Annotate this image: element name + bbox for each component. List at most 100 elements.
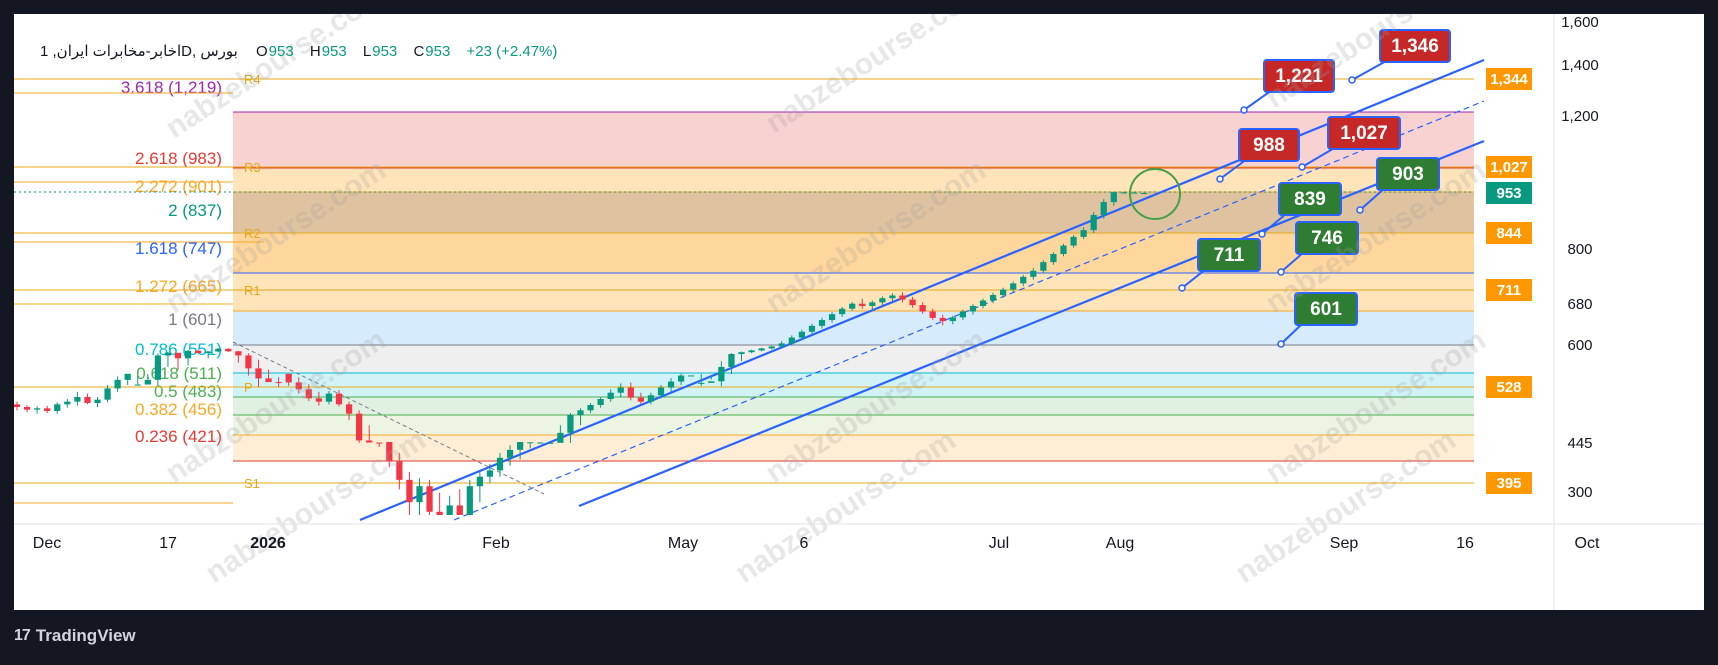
candle-body — [587, 405, 594, 411]
candle-body — [919, 305, 926, 312]
candle-body — [1130, 192, 1138, 194]
candle-body — [758, 348, 765, 351]
time-axis-tick: Sep — [1330, 535, 1359, 552]
candle-body — [235, 351, 242, 356]
time-axis-tick: Jul — [989, 535, 1009, 552]
candle-body — [1070, 236, 1077, 246]
fib-label: 0.5 (483) — [154, 382, 222, 401]
candle-body — [778, 343, 785, 347]
price-axis-tag-label: 953 — [1496, 185, 1521, 202]
target-label: 1,346 — [1391, 36, 1439, 57]
candle-body — [1050, 253, 1057, 263]
candle-body — [476, 476, 483, 487]
target-label: 839 — [1294, 189, 1326, 210]
price-axis-tick: 1,400 — [1561, 57, 1599, 74]
target-label: 903 — [1392, 164, 1424, 185]
time-axis-tick: Aug — [1106, 535, 1134, 552]
candle-body — [466, 486, 473, 515]
target-anchor-dot — [1277, 268, 1285, 276]
candle-body — [134, 384, 141, 386]
time-axis-tick: Dec — [33, 535, 61, 552]
watermark-text: nabzebourse.com — [1260, 14, 1492, 115]
candle-body — [496, 457, 504, 471]
price-axis-tick: 1,200 — [1561, 108, 1599, 125]
candle-body — [436, 511, 443, 515]
candle-body — [627, 387, 634, 398]
target-anchor-dot — [1216, 175, 1224, 183]
time-axis-tick: 2026 — [250, 535, 286, 552]
candle-body — [798, 331, 805, 338]
target-anchor-dot — [1298, 163, 1306, 171]
candle-body — [195, 350, 202, 354]
candle-body — [939, 317, 946, 322]
candle-body — [748, 350, 755, 353]
price-axis-tag-label: 1,027 — [1490, 159, 1528, 176]
target-label: 988 — [1253, 135, 1285, 156]
price-axis-tick: 600 — [1567, 337, 1592, 354]
candle-body — [617, 387, 624, 393]
candle-body — [657, 387, 665, 396]
price-axis-tick: 1,600 — [1561, 14, 1599, 31]
candle-body — [265, 378, 272, 383]
candle-body — [54, 404, 61, 411]
symbol-header: اخابر-مخابرات ایران, 1D, بورس O953 H953 … — [40, 42, 557, 60]
candle-body — [567, 415, 574, 433]
target-anchor-dot — [1356, 206, 1364, 214]
candle-body — [215, 348, 222, 352]
candle-body — [446, 505, 453, 515]
candle-body — [768, 346, 775, 349]
candle-body — [828, 314, 836, 321]
candle-body — [537, 442, 544, 444]
candle-body — [124, 373, 131, 380]
pivot-label: S1 — [244, 476, 260, 491]
candle-body — [818, 320, 826, 326]
candle-body — [114, 379, 121, 389]
price-axis-tag-label: 711 — [1497, 282, 1521, 299]
chart-frame: 3.618 (1,219) 2.618 (983) 2.272 (901) 2 (83… — [14, 14, 1704, 610]
target-anchor-dot — [1277, 340, 1285, 348]
pivot-label: R1 — [244, 283, 261, 298]
candle-body — [647, 395, 655, 402]
open-label: O — [255, 43, 268, 60]
candle-body — [335, 393, 343, 405]
candle-body — [557, 432, 564, 443]
tradingview-logo-icon: 17 — [14, 627, 31, 644]
tradingview-brand[interactable]: 17 TradingView — [14, 626, 136, 646]
candle-body — [859, 303, 866, 306]
candle-body — [174, 352, 182, 359]
candle-body — [64, 401, 71, 405]
candle-body — [889, 295, 896, 299]
fib-zone — [233, 311, 1474, 345]
candle-body — [104, 388, 111, 400]
candle-body — [839, 308, 846, 315]
candle-body — [144, 379, 151, 385]
candle-body — [486, 470, 494, 477]
candle-body — [154, 355, 161, 380]
candle-body — [909, 299, 916, 306]
candle-body — [989, 295, 997, 301]
price-axis-tick: 800 — [1567, 241, 1592, 258]
symbol-name[interactable]: اخابر-مخابرات ایران, 1D, بورس — [40, 43, 238, 60]
candle-body — [406, 479, 413, 503]
fib-label: 2.272 (901) — [135, 177, 222, 196]
candle-body — [597, 399, 604, 405]
candle-body — [698, 382, 705, 384]
high-value: 953 — [321, 43, 347, 60]
close-value: 953 — [425, 43, 451, 60]
target-anchor-dot — [1348, 76, 1356, 84]
target-anchor-dot — [1240, 106, 1248, 114]
candle-body — [1080, 230, 1087, 237]
candle-body — [84, 397, 91, 403]
candle-body — [74, 397, 81, 402]
change-value: +23 (+2.47%) — [466, 43, 558, 60]
candle-body — [728, 354, 735, 367]
candle-body — [1040, 262, 1047, 271]
candle-body — [969, 305, 977, 312]
target-label: 601 — [1310, 299, 1342, 320]
candle-body — [527, 442, 534, 444]
price-chart[interactable]: 3.618 (1,219)2.618 (983)2.272 (901)2 (83… — [14, 14, 1704, 610]
candle-body — [1090, 215, 1097, 231]
candle-body — [577, 410, 584, 415]
fib-label: 2.618 (983) — [135, 149, 222, 168]
candle-body — [255, 368, 262, 379]
